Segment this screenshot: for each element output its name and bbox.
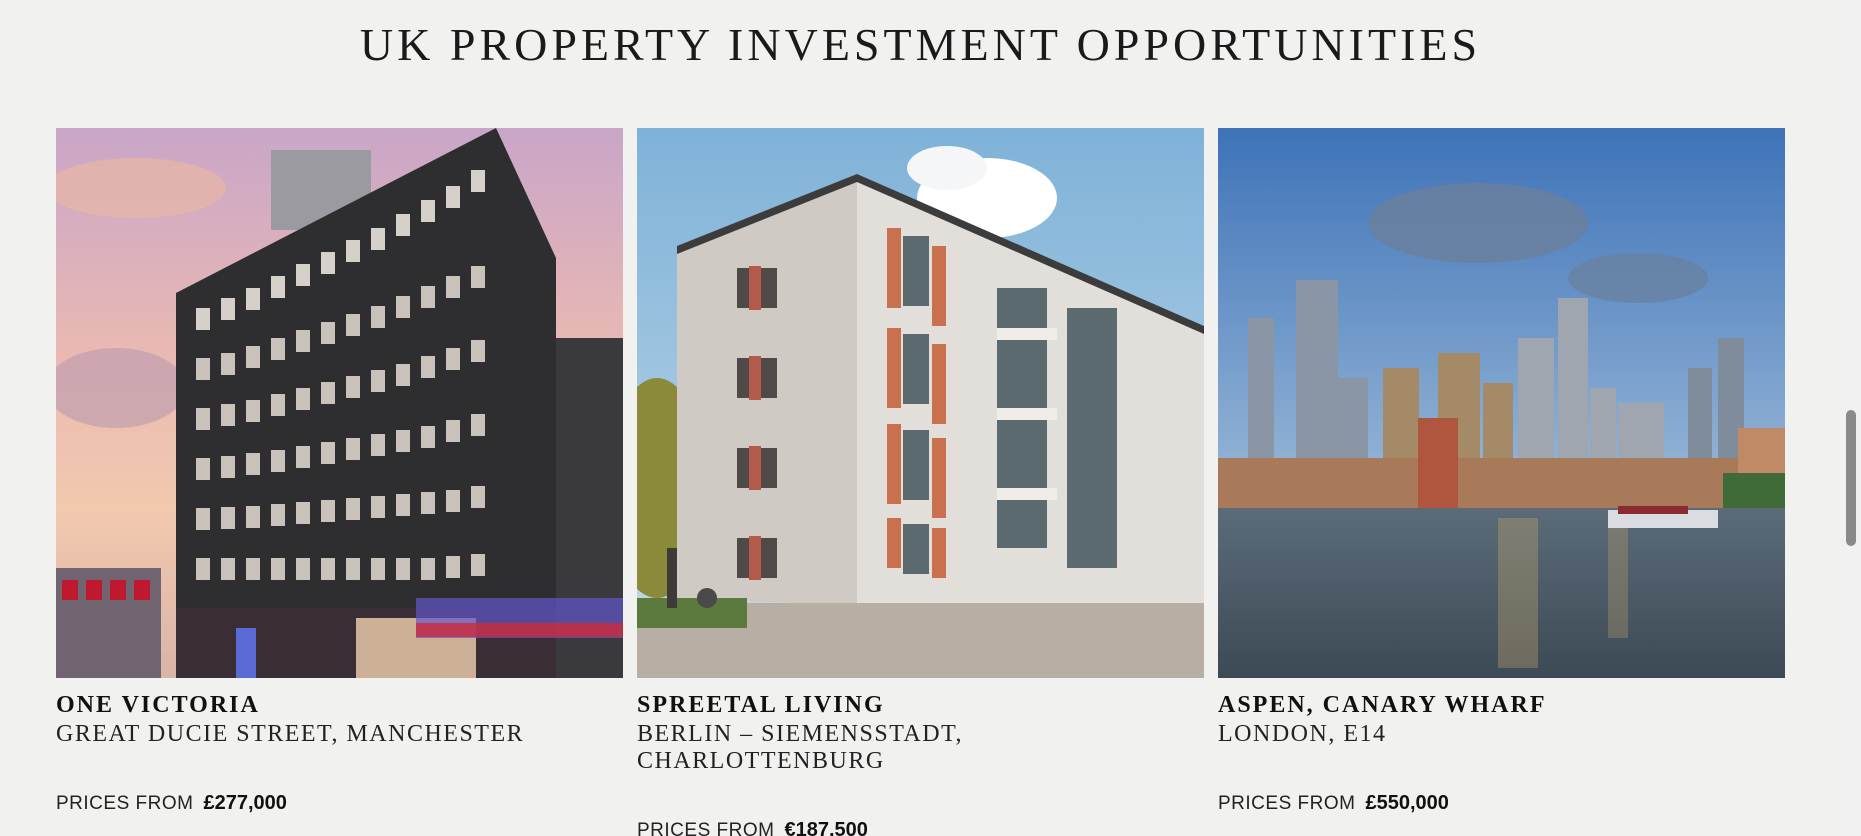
price-value: €187,500 <box>784 819 868 836</box>
price-label: PRICES FROM <box>56 793 194 814</box>
property-location: LONDON, E14 <box>1218 721 1387 747</box>
property-location: GREAT DUCIE STREET, MANCHESTER <box>56 721 525 747</box>
price-label: PRICES FROM <box>637 820 775 836</box>
building-photo-icon <box>56 128 623 678</box>
property-price: PRICES FROM €187,500 <box>637 819 1204 836</box>
property-price: PRICES FROM £277,000 <box>56 792 623 815</box>
page: UK PROPERTY INVESTMENT OPPORTUNITIES ONE… <box>0 0 1861 836</box>
property-card-one-victoria[interactable]: ONE VICTORIA GREAT DUCIE STREET, MANCHES… <box>56 128 623 836</box>
page-title: UK PROPERTY INVESTMENT OPPORTUNITIES <box>359 19 1482 70</box>
price-value: £277,000 <box>203 792 287 814</box>
property-image[interactable] <box>56 128 623 678</box>
scrollbar-thumb[interactable] <box>1846 410 1856 546</box>
property-cards: ONE VICTORIA GREAT DUCIE STREET, MANCHES… <box>56 128 1786 836</box>
property-image[interactable] <box>1218 128 1785 678</box>
price-label: PRICES FROM <box>1218 793 1356 814</box>
price-value: £550,000 <box>1365 792 1449 814</box>
vertical-scrollbar[interactable] <box>1841 0 1861 836</box>
property-name[interactable]: SPREETAL LIVING <box>637 692 1204 719</box>
property-image[interactable] <box>637 128 1204 678</box>
property-card-aspen-canary-wharf[interactable]: ASPEN, CANARY WHARF LONDON, E14 PRICES F… <box>1218 128 1785 836</box>
apartment-photo-icon <box>637 128 1204 678</box>
property-name[interactable]: ASPEN, CANARY WHARF <box>1218 692 1785 719</box>
property-card-spreetal-living[interactable]: SPREETAL LIVING BERLIN – SIEMENSSTADT, C… <box>637 128 1204 836</box>
property-name[interactable]: ONE VICTORIA <box>56 692 623 719</box>
property-location: BERLIN – SIEMENSSTADT, CHARLOTTENBURG <box>637 721 963 774</box>
skyline-photo-icon <box>1218 128 1785 678</box>
property-price: PRICES FROM £550,000 <box>1218 792 1785 815</box>
